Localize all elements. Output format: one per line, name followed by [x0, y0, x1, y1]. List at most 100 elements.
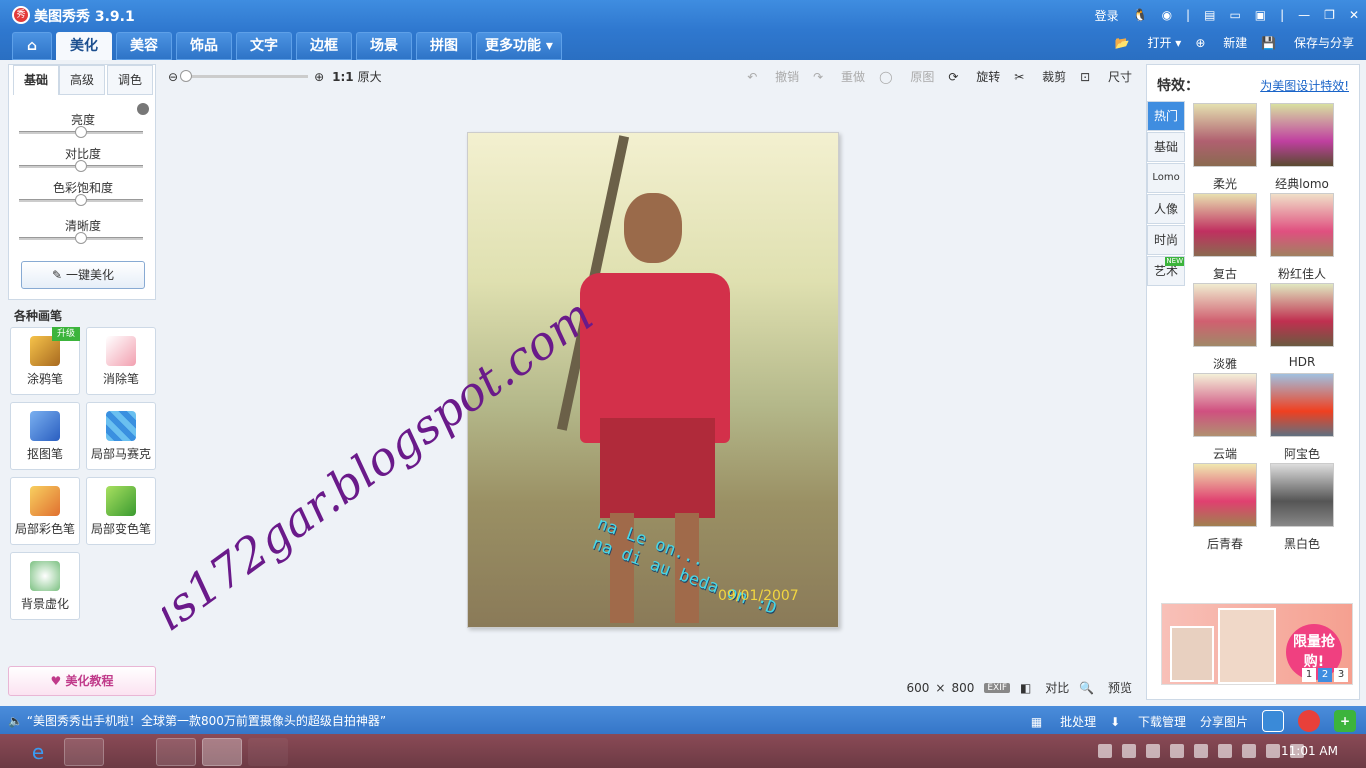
tray-icon[interactable]: [1170, 744, 1184, 758]
minimize-icon[interactable]: —: [1298, 8, 1310, 22]
batch-button[interactable]: ▦ 批处理: [1031, 713, 1096, 730]
slider-knob[interactable]: [75, 232, 87, 244]
settings-icon[interactable]: ▣: [1255, 8, 1266, 22]
effect-thumb[interactable]: [1193, 193, 1257, 257]
preview-button[interactable]: 🔍 预览: [1079, 679, 1132, 696]
crop-button[interactable]: ✂ 裁剪: [1014, 68, 1066, 85]
one-key-beautify-button[interactable]: ✎ 一键美化: [21, 261, 145, 289]
vtab-fashion[interactable]: 时尚: [1147, 225, 1185, 255]
brightness-slider[interactable]: [19, 126, 143, 138]
slider-knob[interactable]: [75, 126, 87, 138]
tab-collage[interactable]: 拼图: [416, 32, 472, 60]
zoom-knob[interactable]: [180, 70, 193, 82]
original-size-button[interactable]: 原大: [358, 68, 382, 85]
tab-beauty[interactable]: 美容: [116, 32, 172, 60]
ad-page-1[interactable]: 1: [1302, 668, 1316, 682]
effect-thumb[interactable]: [1270, 373, 1334, 437]
subtab-advanced[interactable]: 高级: [59, 65, 105, 95]
new-button[interactable]: ⊕ 新建: [1195, 34, 1247, 51]
zoom-in-icon[interactable]: ⊕: [314, 70, 324, 84]
skin-icon[interactable]: ▤: [1204, 8, 1215, 22]
taskbar-app-icon[interactable]: [248, 738, 288, 766]
rotate-button[interactable]: ⟳ 旋转: [948, 68, 1000, 85]
tray-icon[interactable]: [1122, 744, 1136, 758]
mosaic-pen-button[interactable]: 局部马赛克: [86, 402, 156, 470]
weibo-icon[interactable]: ◉: [1162, 8, 1172, 22]
vtab-basic[interactable]: 基础: [1147, 132, 1185, 162]
add-share-icon[interactable]: +: [1334, 710, 1356, 732]
battery-icon[interactable]: [1218, 744, 1232, 758]
tutorial-button[interactable]: ♥ 美化教程: [8, 666, 156, 696]
doodle-pen-button[interactable]: 涂鸦笔 升级: [10, 327, 80, 395]
weibo-share-icon[interactable]: [1298, 710, 1320, 732]
volume-icon[interactable]: [1266, 744, 1280, 758]
open-button[interactable]: 📂 打开 ▾: [1115, 34, 1182, 51]
undo-button[interactable]: ↶ 撤销: [747, 68, 799, 85]
ie-icon[interactable]: e: [18, 738, 58, 766]
system-clock[interactable]: 11:01 AM: [1281, 744, 1338, 758]
ad-page-2[interactable]: 2: [1318, 668, 1332, 682]
qq-icon[interactable]: 🐧: [1133, 8, 1148, 22]
vtab-lomo[interactable]: Lomo: [1147, 163, 1185, 193]
local-color-pen-button[interactable]: 局部彩色笔: [10, 477, 80, 545]
resize-button[interactable]: ⊡ 尺寸: [1080, 68, 1132, 85]
original-button[interactable]: ◯ 原图: [879, 68, 934, 85]
download-manager-button[interactable]: ⬇ 下载管理: [1110, 713, 1186, 730]
cutout-pen-button[interactable]: 抠图笔: [10, 402, 80, 470]
contrast-slider[interactable]: [19, 160, 143, 172]
tab-beautify[interactable]: 美化: [56, 32, 112, 60]
ad-page-3[interactable]: 3: [1334, 668, 1348, 682]
effect-thumb[interactable]: [1270, 283, 1334, 347]
meitu-taskbar-icon[interactable]: [202, 738, 242, 766]
eraser-pen-button[interactable]: 消除笔: [86, 327, 156, 395]
vtab-portrait[interactable]: 人像: [1147, 194, 1185, 224]
effect-thumb[interactable]: [1270, 103, 1334, 167]
vtab-hot[interactable]: 热门: [1147, 101, 1185, 131]
explorer-icon[interactable]: [64, 738, 104, 766]
restore-icon[interactable]: ❐: [1324, 8, 1335, 22]
tab-scene[interactable]: 场景: [356, 32, 412, 60]
effect-thumb[interactable]: [1193, 373, 1257, 437]
login-link[interactable]: 登录: [1095, 7, 1119, 24]
effect-thumb[interactable]: [1193, 103, 1257, 167]
edited-photo[interactable]: na Le on... na di au beda on :D 09/01/20…: [467, 132, 839, 628]
network-icon[interactable]: [1242, 744, 1256, 758]
redo-button[interactable]: ↷ 重做: [813, 68, 865, 85]
zoom-out-icon[interactable]: ⊖: [168, 70, 178, 84]
zoom-slider[interactable]: [180, 70, 309, 82]
save-share-button[interactable]: 💾 保存与分享: [1261, 34, 1354, 51]
feedback-icon[interactable]: ▭: [1229, 8, 1240, 22]
compare-button[interactable]: ◧ 对比: [1020, 679, 1069, 696]
saturation-slider[interactable]: [19, 194, 143, 206]
tray-icon[interactable]: [1146, 744, 1160, 758]
tab-frame[interactable]: 边框: [296, 32, 352, 60]
exif-button[interactable]: EXIF: [984, 682, 1011, 693]
tray-icon[interactable]: [1194, 744, 1208, 758]
winrar-icon[interactable]: [156, 738, 196, 766]
effect-thumb[interactable]: [1270, 463, 1334, 527]
effect-thumb[interactable]: [1193, 283, 1257, 347]
effect-label: 柔光: [1212, 177, 1237, 191]
color-change-pen-button[interactable]: 局部变色笔: [86, 477, 156, 545]
close-icon[interactable]: ✕: [1349, 8, 1359, 22]
vtab-art[interactable]: 艺术 NEW: [1147, 256, 1185, 286]
subtab-basic[interactable]: 基础: [13, 65, 59, 95]
design-effect-link[interactable]: 为美图设计特效!: [1260, 77, 1349, 94]
firefox-icon[interactable]: [110, 738, 150, 766]
tab-text[interactable]: 文字: [236, 32, 292, 60]
slider-knob[interactable]: [75, 194, 87, 206]
promo-banner[interactable]: 限量抢购! 1 2 3: [1161, 603, 1353, 685]
slider-knob[interactable]: [75, 160, 87, 172]
effect-thumb[interactable]: [1193, 463, 1257, 527]
effect-thumb[interactable]: [1270, 193, 1334, 257]
news-ticker[interactable]: 🔈 “美图秀秀出手机啦！全球第一款800万前置摄像头的超级自拍神器”: [8, 712, 386, 729]
tab-accessories[interactable]: 饰品: [176, 32, 232, 60]
qzone-icon[interactable]: [1262, 710, 1284, 732]
zoom-ratio-button[interactable]: 1:1: [332, 70, 354, 84]
subtab-color[interactable]: 调色: [107, 65, 153, 95]
tab-home[interactable]: ⌂: [12, 32, 52, 60]
tray-icon[interactable]: [1098, 744, 1112, 758]
tab-more[interactable]: 更多功能 ▾: [476, 32, 562, 60]
sharpness-slider[interactable]: [19, 232, 143, 244]
background-blur-button[interactable]: 背景虚化: [10, 552, 80, 620]
